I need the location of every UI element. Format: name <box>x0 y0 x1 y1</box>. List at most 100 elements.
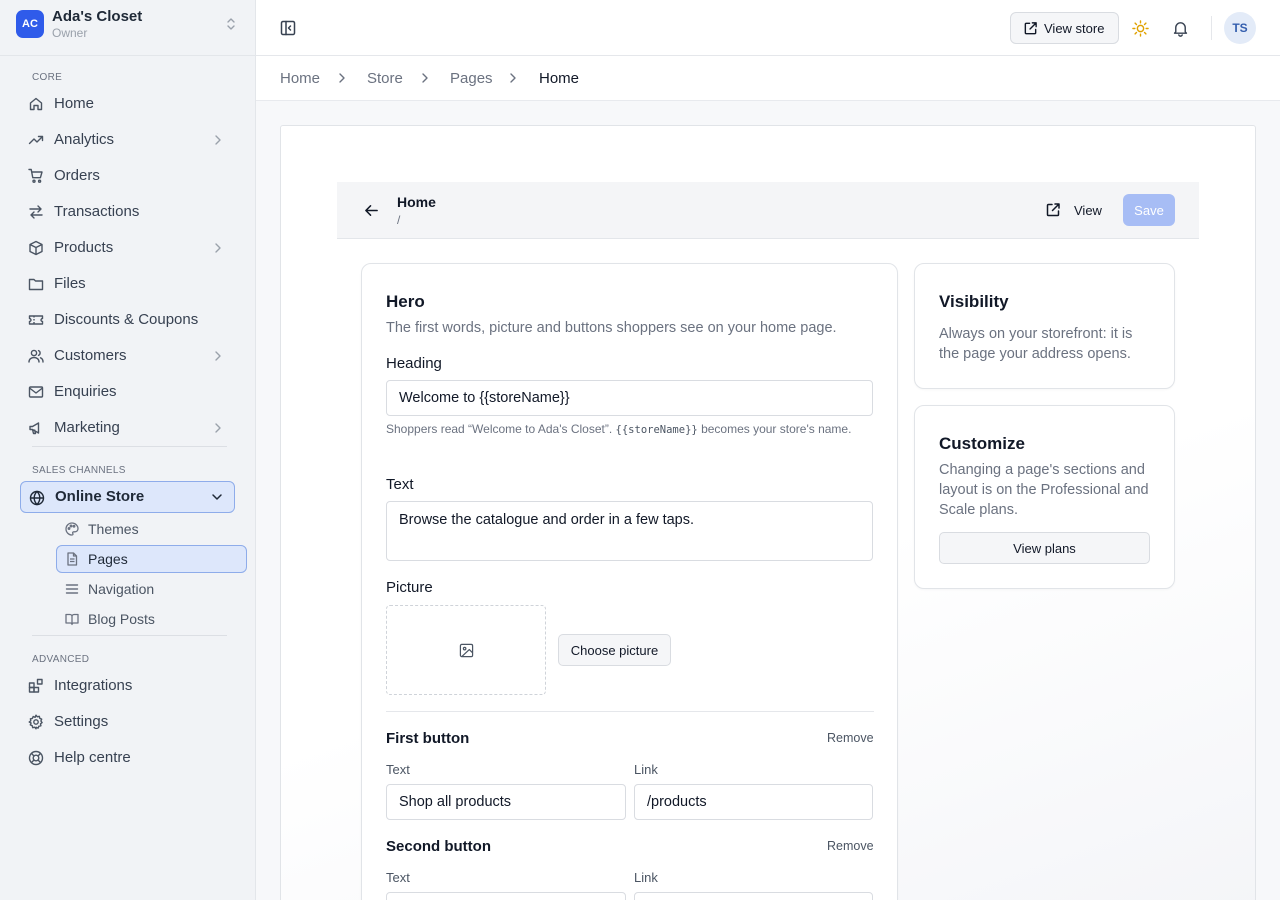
sidebar-item-label: Integrations <box>54 677 133 694</box>
cart-icon <box>28 168 44 184</box>
page-editor-header: Home / View Save <box>337 182 1199 239</box>
breadcrumb-home[interactable]: Home <box>280 70 320 87</box>
back-arrow-icon[interactable] <box>364 203 379 218</box>
first-button-link-label: Link <box>634 762 658 777</box>
sidebar-item-integrations[interactable]: Integrations <box>20 670 235 702</box>
second-button-remove-link[interactable]: Remove <box>827 839 874 853</box>
breadcrumb-current: Home <box>539 70 580 87</box>
sidebar-subitem-blog-posts[interactable]: Blog Posts <box>56 605 247 633</box>
sidebar-item-files[interactable]: Files <box>20 268 235 300</box>
book-open-icon <box>65 612 79 626</box>
sidebar-item-online-store[interactable]: Online Store <box>20 481 235 513</box>
first-button-text-input[interactable]: Shop all products <box>386 784 626 820</box>
sidebar-item-products[interactable]: Products <box>20 232 235 264</box>
sidebar-item-label: Discounts & Coupons <box>54 311 199 328</box>
image-icon <box>459 643 474 658</box>
breadcrumb: Home Store Pages Home <box>256 56 1280 101</box>
sidebar-item-analytics[interactable]: Analytics <box>20 124 235 156</box>
page-path: / <box>397 213 401 227</box>
view-store-button[interactable]: View store <box>1010 12 1119 44</box>
sidebar-subitem-label: Themes <box>88 521 139 537</box>
sidebar-item-label: Home <box>54 95 95 112</box>
sidebar-subitem-label: Pages <box>88 551 128 567</box>
sidebar-item-enquiries[interactable]: Enquiries <box>20 376 235 408</box>
sidebar-item-label: Analytics <box>54 131 115 148</box>
chevron-right-icon <box>211 349 225 363</box>
sidebar-item-orders[interactable]: Orders <box>20 160 235 192</box>
megaphone-icon <box>28 420 44 436</box>
chevron-right-icon <box>336 72 348 84</box>
sidebar-item-label: Marketing <box>54 419 120 436</box>
sidebar-item-help-centre[interactable]: Help centre <box>20 742 235 774</box>
picture-dropzone[interactable] <box>386 605 546 695</box>
hero-title: Hero <box>386 292 425 311</box>
store-switcher[interactable]: AC Ada's Closet Owner <box>0 0 255 56</box>
first-button-remove-link[interactable]: Remove <box>827 731 874 745</box>
customize-title: Customize <box>939 434 1025 453</box>
section-label-core: CORE <box>32 72 63 83</box>
blocks-icon <box>28 678 44 694</box>
save-button[interactable]: Save <box>1123 194 1175 226</box>
customize-card: Customize Changing a page's sections and… <box>914 405 1175 589</box>
topbar-divider <box>1211 16 1212 40</box>
view-page-button[interactable]: View <box>1044 194 1116 226</box>
chevron-up-down-icon <box>223 16 239 32</box>
sidebar-item-label: Enquiries <box>54 383 117 400</box>
section-divider <box>386 711 874 712</box>
breadcrumb-pages[interactable]: Pages <box>450 70 493 87</box>
text-textarea[interactable]: Browse the catalogue and order in a few … <box>386 501 873 561</box>
users-icon <box>28 348 44 364</box>
sidebar-item-customers[interactable]: Customers <box>20 340 235 372</box>
first-button-text-label: Text <box>386 762 410 777</box>
heading-hint: Shoppers read “Welcome to Ada's Closet”.… <box>386 421 866 439</box>
customize-description: Changing a page's sections and layout is… <box>939 462 1149 518</box>
first-button-link-input[interactable]: /products <box>634 784 873 820</box>
chevron-right-icon <box>211 133 225 147</box>
sidebar-item-discounts[interactable]: Discounts & Coupons <box>20 304 235 336</box>
sidebar-item-home[interactable]: Home <box>20 88 235 120</box>
second-button-text-input[interactable] <box>386 892 626 900</box>
section-label-advanced: ADVANCED <box>32 654 90 665</box>
visibility-card: Visibility Always on your storefront: it… <box>914 263 1175 389</box>
sidebar-subitem-navigation[interactable]: Navigation <box>56 575 247 603</box>
external-link-icon <box>1023 21 1038 36</box>
choose-picture-button[interactable]: Choose picture <box>558 634 671 666</box>
trend-up-icon <box>28 132 44 148</box>
section-label-sales-channels: SALES CHANNELS <box>32 465 126 476</box>
notifications-bell-icon[interactable] <box>1172 20 1189 37</box>
heading-label: Heading <box>386 355 442 372</box>
page-title: Home <box>397 194 436 210</box>
external-link-icon <box>1045 202 1061 218</box>
menu-lines-icon <box>65 582 79 596</box>
sidebar-item-marketing[interactable]: Marketing <box>20 412 235 444</box>
sidebar-subitem-pages[interactable]: Pages <box>56 545 247 573</box>
sidebar-subitem-themes[interactable]: Themes <box>56 515 247 543</box>
hero-description: The first words, picture and buttons sho… <box>386 320 837 336</box>
sidebar-item-settings[interactable]: Settings <box>20 706 235 738</box>
chevron-right-icon <box>211 421 225 435</box>
home-icon <box>28 96 44 112</box>
view-store-label: View store <box>1044 20 1105 36</box>
theme-toggle-sun-icon[interactable] <box>1132 20 1149 37</box>
store-name: Ada's Closet <box>52 8 143 25</box>
sidebar: AC Ada's Closet Owner CORE Home Analytic… <box>0 0 256 900</box>
arrows-exchange-icon <box>28 204 44 220</box>
sidebar-divider <box>32 446 227 447</box>
ticket-icon <box>28 312 44 328</box>
sidebar-item-transactions[interactable]: Transactions <box>20 196 235 228</box>
second-button-link-input[interactable] <box>634 892 873 900</box>
sidebar-toggle-icon[interactable] <box>280 20 296 36</box>
file-text-icon <box>65 552 79 566</box>
sidebar-item-label: Orders <box>54 167 100 184</box>
store-role: Owner <box>52 26 88 40</box>
sidebar-divider <box>32 635 227 636</box>
breadcrumb-store[interactable]: Store <box>367 70 403 87</box>
chevron-right-icon <box>507 72 519 84</box>
view-plans-button[interactable]: View plans <box>939 532 1150 564</box>
user-avatar[interactable]: TS <box>1224 12 1256 44</box>
heading-input[interactable]: Welcome to {{storeName}} <box>386 380 873 416</box>
sidebar-subitem-label: Navigation <box>88 581 155 597</box>
heading-hint-suffix: becomes your store's name. <box>701 422 852 436</box>
chevron-down-icon <box>210 490 224 504</box>
sidebar-subitem-label: Blog Posts <box>88 611 155 627</box>
